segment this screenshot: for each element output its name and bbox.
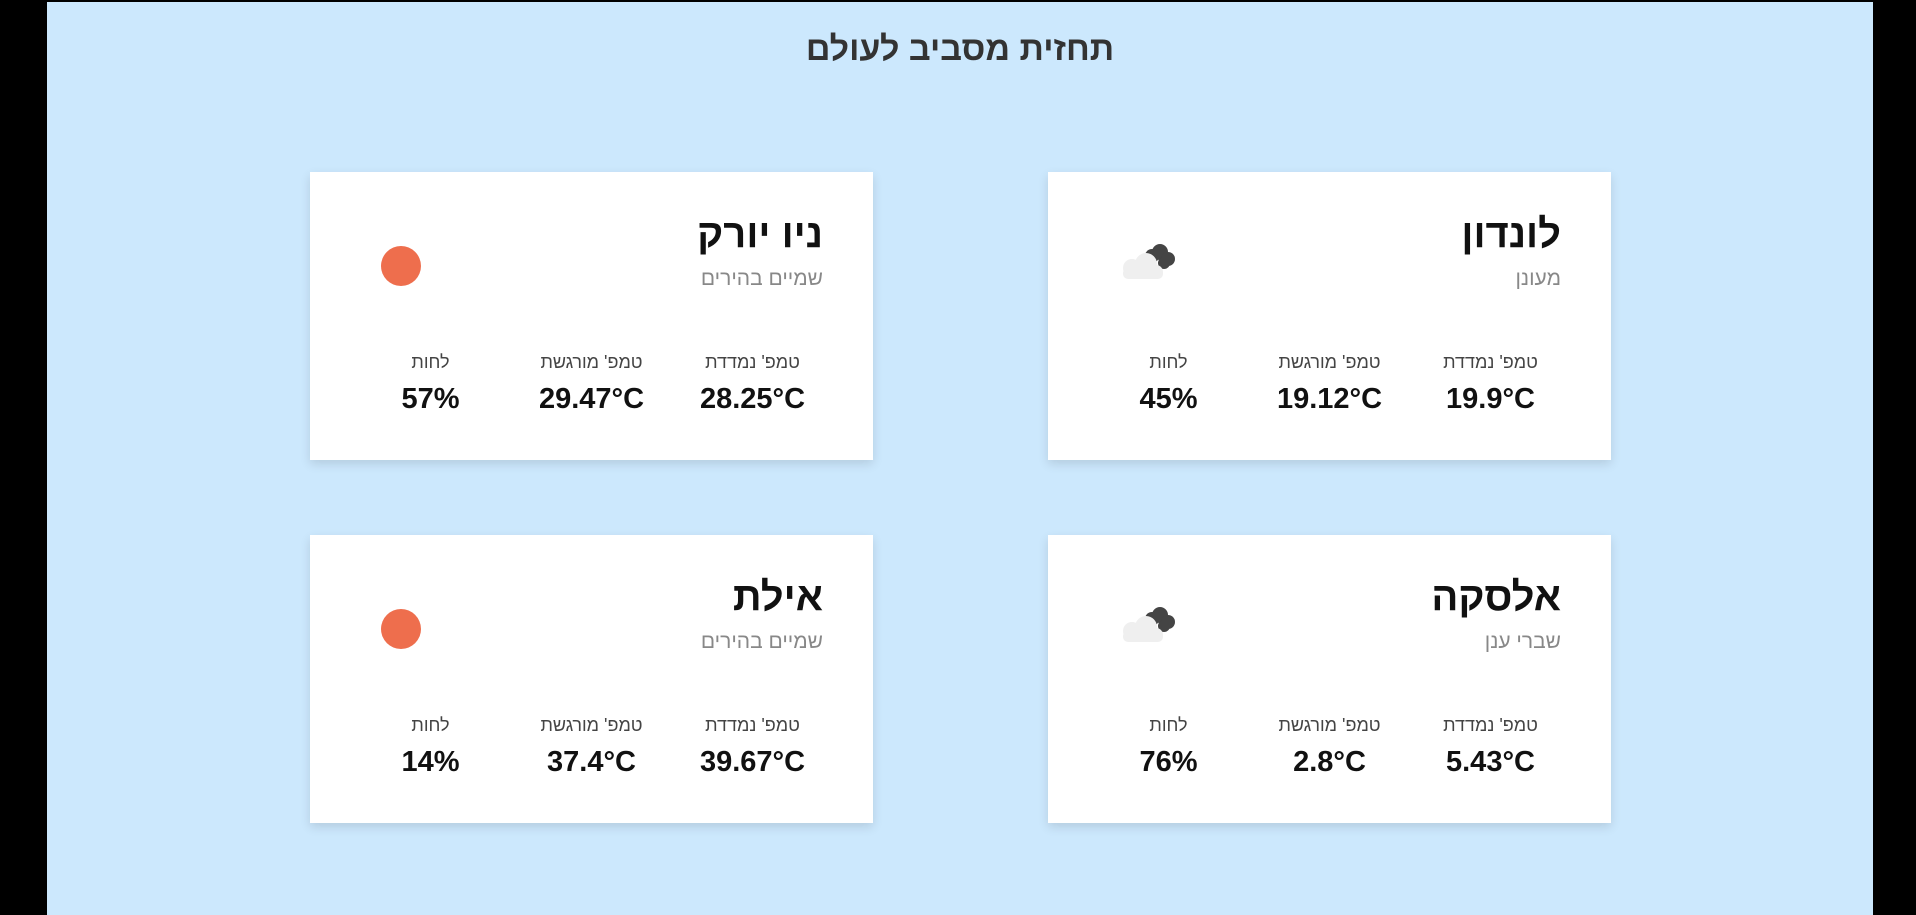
temp-stat: טמפ' נמדדת 28.25°C	[678, 352, 828, 416]
temp-label: טמפ' נמדדת	[705, 352, 800, 372]
weather-stats: טמפ' נמדדת 28.25°C טמפ' מורגשת 29.47°C ל…	[350, 352, 833, 416]
weather-description: שברי ענן	[1484, 630, 1561, 653]
humidity-label: לחות	[411, 715, 450, 735]
city-name: אילת	[732, 575, 823, 619]
feels-like-label: טמפ' מורגשת	[1278, 352, 1381, 372]
humidity-value: 76%	[1139, 746, 1198, 778]
temp-label: טמפ' נמדדת	[1443, 715, 1538, 735]
feels-like-value: 37.4°C	[547, 746, 636, 778]
sun-icon	[370, 595, 450, 655]
humidity-label: לחות	[1149, 352, 1188, 372]
page-title: תחזית מסביב לעולם	[805, 30, 1115, 68]
weather-card-alaska: אלסקה שברי ענן טמפ' נמדדת 5.43°C טמפ' מו…	[1048, 535, 1611, 823]
feels-like-label: טמפ' מורגשת	[540, 352, 643, 372]
feels-like-value: 2.8°C	[1293, 746, 1366, 778]
humidity-label: לחות	[1149, 715, 1188, 735]
humidity-stat: לחות 14%	[356, 715, 506, 779]
temp-value: 19.9°C	[1446, 383, 1535, 415]
feels-like-stat: טמפ' מורגשת 19.12°C	[1255, 352, 1405, 416]
temp-value: 5.43°C	[1446, 746, 1535, 778]
weather-stats: טמפ' נמדדת 5.43°C טמפ' מורגשת 2.8°C לחות…	[1088, 715, 1571, 779]
humidity-stat: לחות 45%	[1094, 352, 1244, 416]
weather-card-eilat: אילת שמיים בהירים טמפ' נמדדת 39.67°C טמפ…	[310, 535, 873, 823]
feels-like-stat: טמפ' מורגשת 29.47°C	[517, 352, 667, 416]
humidity-stat: לחות 57%	[356, 352, 506, 416]
weather-card-new-york: ניו יורק שמיים בהירים טמפ' נמדדת 28.25°C…	[310, 172, 873, 460]
temp-value: 39.67°C	[699, 746, 806, 778]
weather-description: מעונן	[1515, 267, 1561, 290]
temp-stat: טמפ' נמדדת 39.67°C	[678, 715, 828, 779]
page-viewport: תחזית מסביב לעולם לונדון מעונן טמפ' נמדד…	[47, 2, 1873, 915]
weather-card-london: לונדון מעונן טמפ' נמדדת 19.9°C טמפ' מורג…	[1048, 172, 1611, 460]
weather-description: שמיים בהירים	[700, 267, 823, 290]
weather-stats: טמפ' נמדדת 39.67°C טמפ' מורגשת 37.4°C לח…	[350, 715, 833, 779]
cloudy-icon	[1108, 595, 1188, 655]
temp-label: טמפ' נמדדת	[705, 715, 800, 735]
feels-like-value: 29.47°C	[538, 383, 645, 415]
humidity-stat: לחות 76%	[1094, 715, 1244, 779]
feels-like-stat: טמפ' מורגשת 37.4°C	[517, 715, 667, 779]
humidity-label: לחות	[411, 352, 450, 372]
humidity-value: 57%	[401, 383, 460, 415]
feels-like-label: טמפ' מורגשת	[540, 715, 643, 735]
weather-description: שמיים בהירים	[700, 630, 823, 653]
sun-icon	[370, 232, 450, 292]
cloudy-icon	[1108, 232, 1188, 292]
feels-like-label: טמפ' מורגשת	[1278, 715, 1381, 735]
city-name: אלסקה	[1431, 575, 1561, 619]
temp-stat: טמפ' נמדדת 19.9°C	[1416, 352, 1566, 416]
city-name: לונדון	[1461, 212, 1561, 256]
feels-like-value: 19.12°C	[1276, 383, 1383, 415]
temp-value: 28.25°C	[699, 383, 806, 415]
city-name: ניו יורק	[697, 212, 823, 256]
humidity-value: 45%	[1139, 383, 1198, 415]
feels-like-stat: טמפ' מורגשת 2.8°C	[1255, 715, 1405, 779]
temp-label: טמפ' נמדדת	[1443, 352, 1538, 372]
temp-stat: טמפ' נמדדת 5.43°C	[1416, 715, 1566, 779]
weather-stats: טמפ' נמדדת 19.9°C טמפ' מורגשת 19.12°C לח…	[1088, 352, 1571, 416]
humidity-value: 14%	[401, 746, 460, 778]
